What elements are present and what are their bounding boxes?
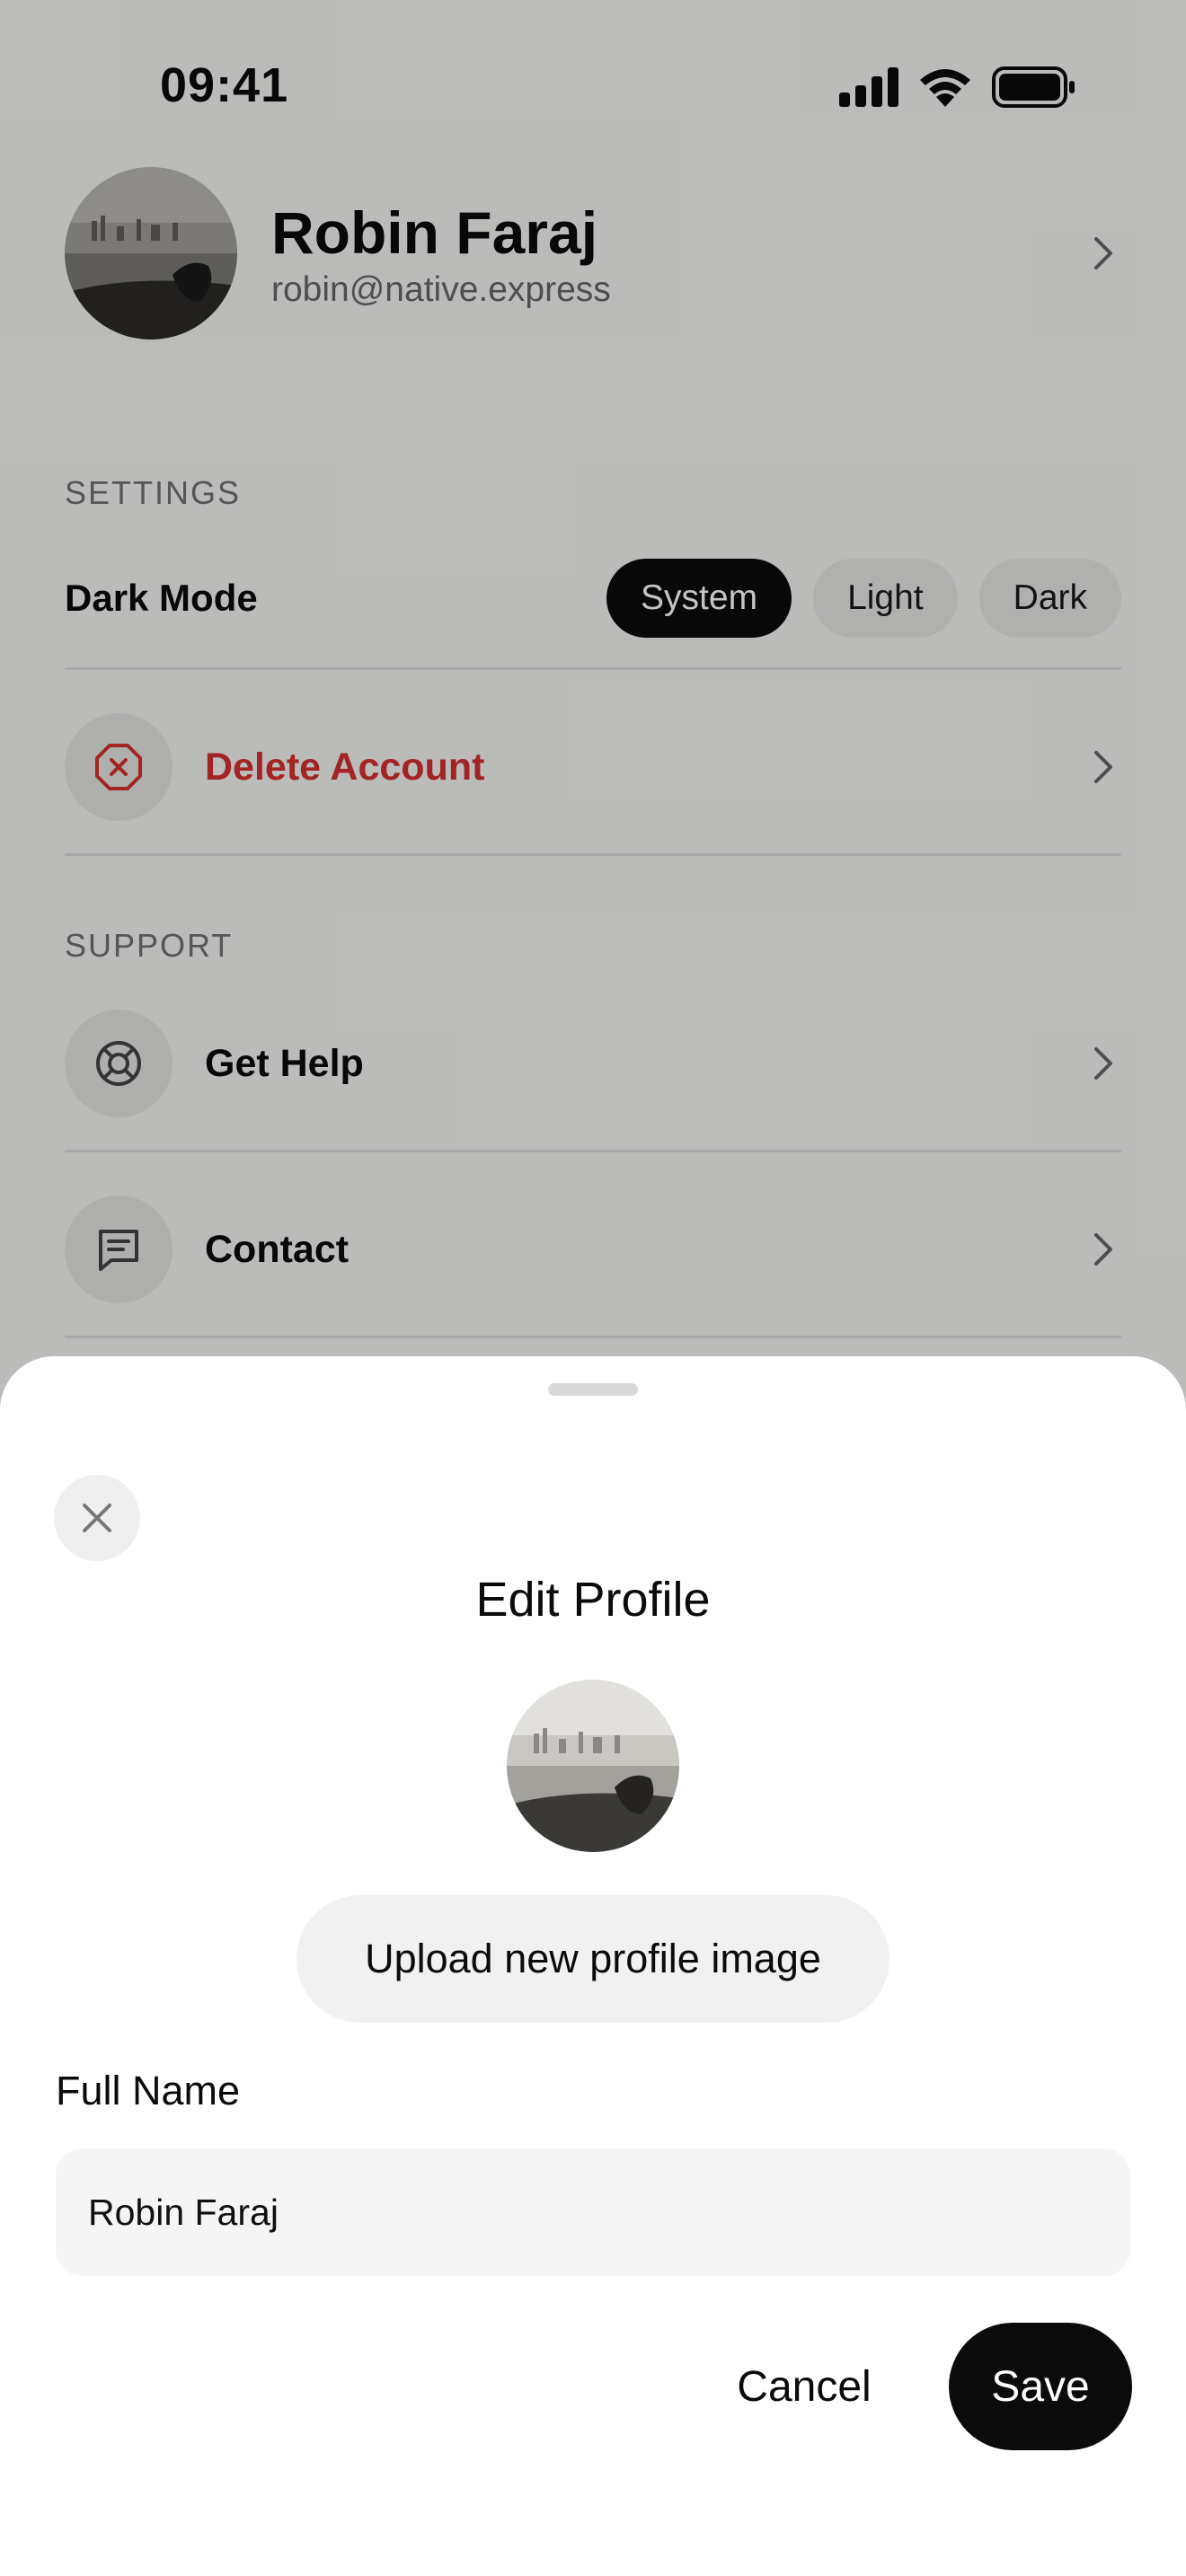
profile-name: Robin Faraj (271, 199, 598, 266)
upload-profile-image-button[interactable]: Upload new profile image (296, 1895, 890, 2023)
get-help-icon-wrap (65, 1010, 173, 1117)
settings-section-label: SETTINGS (65, 474, 242, 511)
profile-email: robin@native.express (271, 270, 611, 309)
wifi-icon (920, 69, 970, 107)
settings-page: 09:41 Robin Faraj robin@native.express S… (0, 0, 1186, 1401)
dark-mode-option-light[interactable]: Light (813, 559, 958, 638)
divider (65, 667, 1121, 670)
dark-mode-label: Dark Mode (65, 577, 258, 619)
sheet-title: Edit Profile (475, 1573, 711, 1627)
cancel-button[interactable]: Cancel (710, 2323, 898, 2450)
profile-text: Robin Faraj robin@native.express (271, 197, 1085, 310)
profile-row[interactable]: Robin Faraj robin@native.express (65, 167, 1121, 340)
x-octagon-icon (95, 744, 142, 790)
dark-mode-row: Dark Mode System Light Dark (65, 553, 1121, 643)
full-name-label: Full Name (56, 2068, 241, 2113)
screen: 09:41 Robin Faraj robin@native.express S… (0, 0, 1186, 2576)
edit-profile-sheet: Edit Profile Upload new profile image Fu… (0, 1356, 1186, 2576)
status-bar: 09:41 (0, 0, 1186, 171)
chevron-right-icon (1085, 1231, 1121, 1267)
dark-mode-segmented-control: System Light Dark (606, 559, 1121, 638)
contact-label: Contact (205, 1227, 350, 1271)
get-help-row[interactable]: Get Help (65, 1010, 1121, 1117)
dark-mode-option-system[interactable]: System (606, 559, 792, 638)
support-section-label: SUPPORT (65, 927, 234, 964)
sheet-drag-handle[interactable] (548, 1383, 638, 1396)
divider (65, 1150, 1121, 1152)
chevron-right-icon (1085, 1045, 1121, 1081)
save-button[interactable]: Save (949, 2323, 1132, 2450)
delete-account-icon-wrap (65, 713, 173, 821)
divider (65, 1336, 1121, 1338)
chevron-right-icon (1085, 235, 1121, 271)
dark-mode-option-dark[interactable]: Dark (978, 559, 1121, 638)
get-help-label: Get Help (205, 1041, 364, 1085)
profile-image (507, 1680, 679, 1852)
lifebuoy-icon (96, 1041, 141, 1086)
contact-row[interactable]: Contact (65, 1195, 1121, 1303)
chevron-right-icon (1085, 749, 1121, 785)
contact-icon-wrap (65, 1195, 173, 1303)
delete-account-row[interactable]: Delete Account (65, 713, 1121, 821)
message-icon (99, 1230, 138, 1271)
cellular-signal-icon (839, 67, 898, 107)
delete-account-label: Delete Account (205, 745, 485, 789)
status-time: 09:41 (160, 58, 289, 112)
divider (65, 853, 1121, 856)
close-icon (83, 1504, 111, 1532)
close-button[interactable] (54, 1475, 140, 1561)
battery-icon (992, 66, 1075, 108)
full-name-input[interactable] (56, 2148, 1130, 2276)
status-icons (839, 66, 1076, 108)
avatar (65, 167, 237, 340)
